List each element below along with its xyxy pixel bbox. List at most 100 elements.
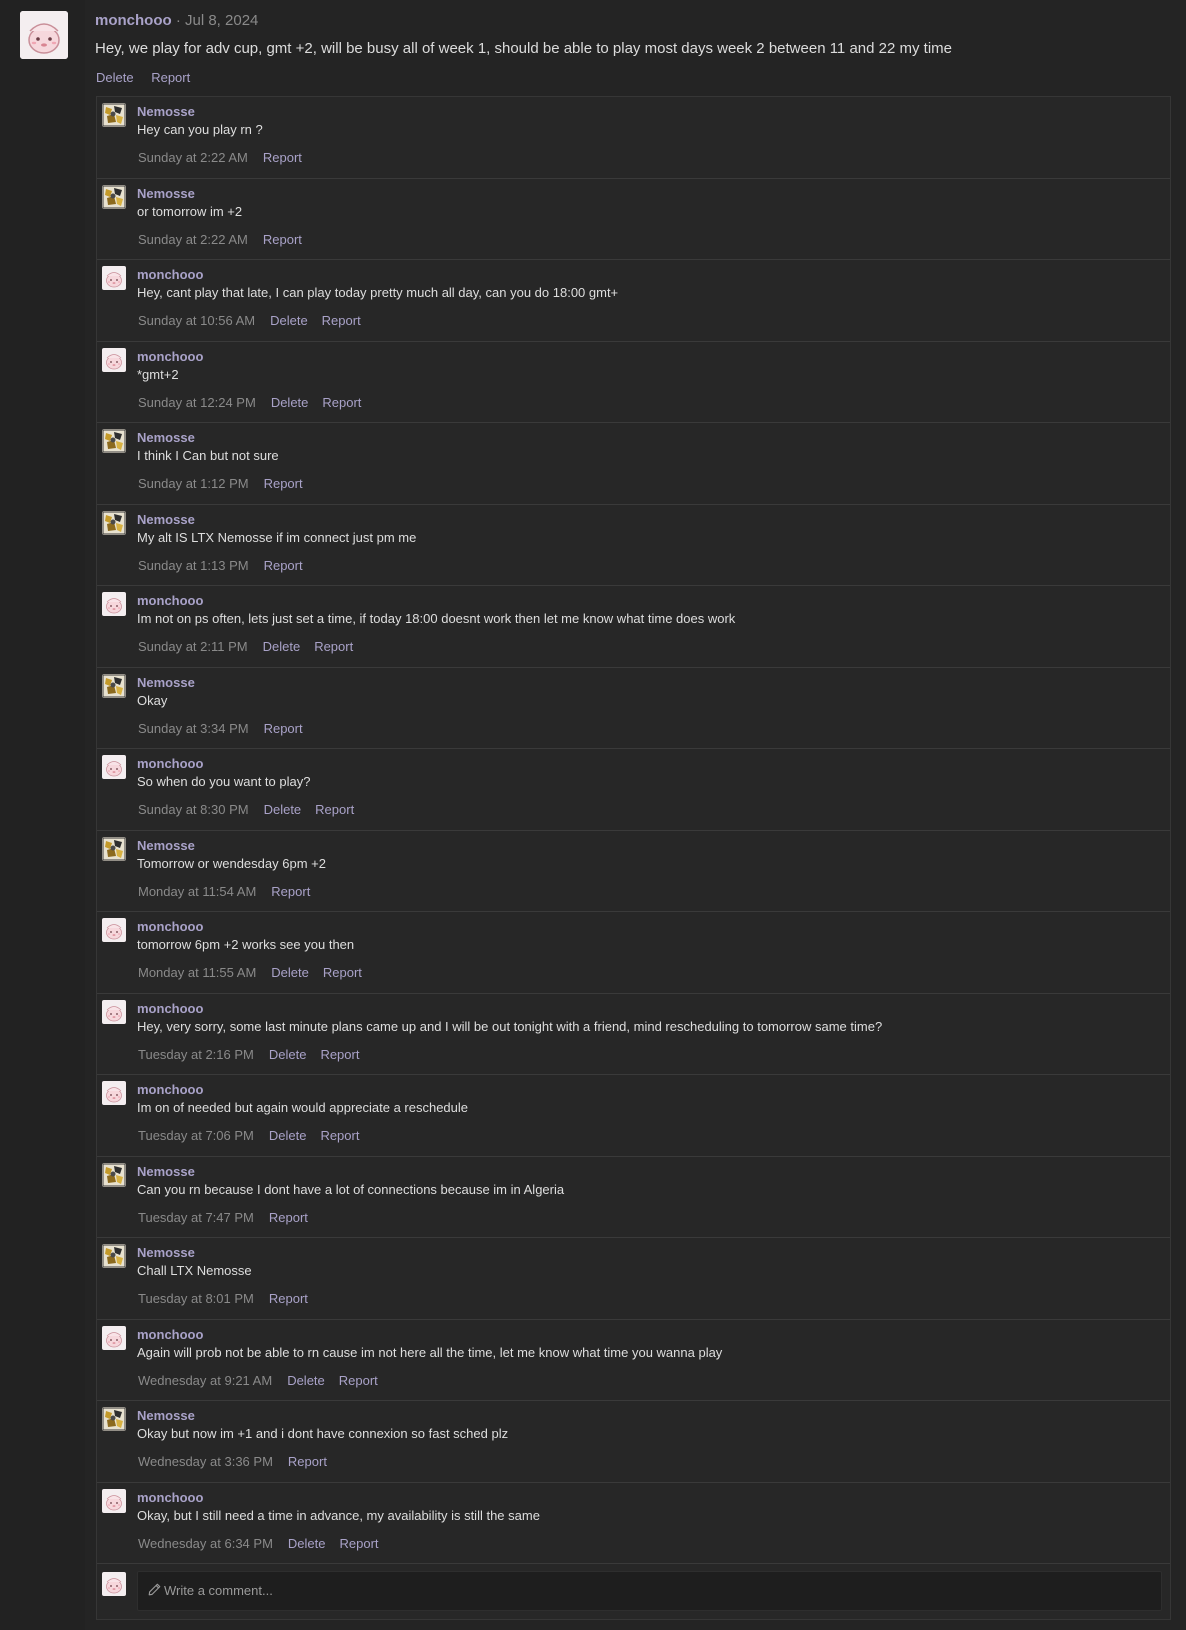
comment-time[interactable]: Wednesday at 6:34 PM bbox=[138, 1536, 273, 1551]
comment-time[interactable]: Wednesday at 9:21 AM bbox=[138, 1373, 272, 1388]
comment-delete-link[interactable]: Delete bbox=[287, 1373, 325, 1388]
comment-report-link[interactable]: Report bbox=[322, 313, 361, 328]
comment-report-link[interactable]: Report bbox=[322, 395, 361, 410]
comment-avatar[interactable] bbox=[102, 266, 126, 290]
comment-avatar[interactable] bbox=[102, 511, 126, 535]
comment-report-link[interactable]: Report bbox=[314, 639, 353, 654]
comment-report-link[interactable]: Report bbox=[323, 965, 362, 980]
comment-author[interactable]: monchooo bbox=[137, 919, 203, 935]
comment-delete-link[interactable]: Delete bbox=[269, 1047, 307, 1062]
comment-author[interactable]: Nemosse bbox=[137, 186, 195, 202]
comment-time[interactable]: Monday at 11:55 AM bbox=[138, 965, 256, 980]
comment-avatar[interactable] bbox=[102, 918, 126, 942]
comment-avatar[interactable] bbox=[102, 1081, 126, 1105]
comment-avatar[interactable] bbox=[102, 1163, 126, 1187]
write-comment-input[interactable]: Write a comment... bbox=[137, 1571, 1162, 1611]
comment-author[interactable]: monchooo bbox=[137, 1490, 203, 1506]
comment-report-link[interactable]: Report bbox=[339, 1373, 378, 1388]
comment-delete-link[interactable]: Delete bbox=[271, 395, 309, 410]
comment-text: I think I Can but not sure bbox=[137, 448, 279, 463]
comment-author[interactable]: monchooo bbox=[137, 1327, 203, 1343]
comment-report-link[interactable]: Report bbox=[315, 802, 354, 817]
post-author[interactable]: monchooo bbox=[95, 12, 172, 29]
comment-author[interactable]: Nemosse bbox=[137, 1245, 195, 1261]
comment-time[interactable]: Sunday at 2:11 PM bbox=[138, 639, 248, 654]
comment-item: monchooo Again will prob not be able to r… bbox=[97, 1320, 1170, 1401]
comment-author[interactable]: Nemosse bbox=[137, 838, 195, 854]
comment-item: Nemosse Can you rn because I dont have a … bbox=[97, 1157, 1170, 1238]
comment-author[interactable]: monchooo bbox=[137, 1082, 203, 1098]
comment-author[interactable]: monchooo bbox=[137, 349, 203, 365]
comment-avatar[interactable] bbox=[102, 103, 126, 127]
comment-time[interactable]: Sunday at 12:24 PM bbox=[138, 395, 256, 410]
comment-report-link[interactable]: Report bbox=[320, 1047, 359, 1062]
comment-delete-link[interactable]: Delete bbox=[270, 313, 308, 328]
comment-item: monchooo *gmt+2 Sunday at 12:24 PM Delete Re… bbox=[97, 342, 1170, 423]
comment-author[interactable]: monchooo bbox=[137, 1001, 203, 1017]
comment-author[interactable]: Nemosse bbox=[137, 675, 195, 691]
comment-meta: Sunday at 3:34 PM Report bbox=[138, 721, 317, 737]
comment-text: Im not on ps often, lets just set a time… bbox=[137, 611, 736, 626]
post-report-link[interactable]: Report bbox=[151, 70, 190, 85]
comment-report-link[interactable]: Report bbox=[264, 476, 303, 491]
comment-report-link[interactable]: Report bbox=[339, 1536, 378, 1551]
comment-report-link[interactable]: Report bbox=[263, 232, 302, 247]
post-author-avatar[interactable] bbox=[20, 11, 68, 59]
comment-time[interactable]: Tuesday at 2:16 PM bbox=[138, 1047, 254, 1062]
comment-avatar[interactable] bbox=[102, 837, 126, 861]
comment-time[interactable]: Monday at 11:54 AM bbox=[138, 884, 256, 899]
comment-avatar[interactable] bbox=[102, 1489, 126, 1513]
comment-report-link[interactable]: Report bbox=[264, 558, 303, 573]
comment-text: *gmt+2 bbox=[137, 366, 179, 382]
comment-report-link[interactable]: Report bbox=[271, 884, 310, 899]
comment-author[interactable]: Nemosse bbox=[137, 430, 195, 446]
comment-time[interactable]: Tuesday at 8:01 PM bbox=[138, 1291, 254, 1306]
comment-delete-link[interactable]: Delete bbox=[263, 639, 301, 654]
comment-avatar[interactable] bbox=[102, 1326, 126, 1350]
comment-author[interactable]: monchooo bbox=[137, 756, 203, 772]
comment-time[interactable]: Tuesday at 7:06 PM bbox=[138, 1128, 254, 1143]
comment-author[interactable]: monchooo bbox=[137, 267, 203, 283]
post-date[interactable]: Jul 8, 2024 bbox=[185, 12, 258, 29]
post-delete-link[interactable]: Delete bbox=[96, 70, 134, 85]
comment-time[interactable]: Sunday at 2:22 AM bbox=[138, 150, 248, 165]
comment-report-link[interactable]: Report bbox=[264, 721, 303, 736]
comment-time[interactable]: Sunday at 8:30 PM bbox=[138, 802, 249, 817]
comment-avatar[interactable] bbox=[102, 348, 126, 372]
comment-report-link[interactable]: Report bbox=[320, 1128, 359, 1143]
comment-delete-link[interactable]: Delete bbox=[269, 1128, 307, 1143]
comment-meta: Tuesday at 7:47 PM Report bbox=[138, 1210, 322, 1226]
comment-avatar[interactable] bbox=[102, 1000, 126, 1024]
comment-item: Nemosse Chall LTX Nemosse Tuesday at 8:01 … bbox=[97, 1238, 1170, 1320]
comment-author[interactable]: Nemosse bbox=[137, 104, 195, 120]
comment-delete-link[interactable]: Delete bbox=[264, 802, 302, 817]
comment-report-link[interactable]: Report bbox=[269, 1210, 308, 1225]
comment-time[interactable]: Tuesday at 7:47 PM bbox=[138, 1210, 254, 1225]
comment-avatar[interactable] bbox=[102, 185, 126, 209]
comment-time[interactable]: Sunday at 1:13 PM bbox=[138, 558, 249, 573]
comment-time[interactable]: Wednesday at 3:36 PM bbox=[138, 1454, 273, 1469]
composer-placeholder: Write a comment... bbox=[164, 1583, 273, 1598]
comment-item: monchooo Im not on ps often, lets just se… bbox=[97, 586, 1170, 668]
comment-avatar[interactable] bbox=[102, 1244, 126, 1268]
comment-text: So when do you want to play? bbox=[137, 774, 311, 789]
comment-author[interactable]: Nemosse bbox=[137, 1164, 195, 1180]
comment-time[interactable]: Sunday at 10:56 AM bbox=[138, 313, 255, 328]
comment-report-link[interactable]: Report bbox=[263, 150, 302, 165]
comment-author[interactable]: Nemosse bbox=[137, 1408, 195, 1424]
comment-delete-link[interactable]: Delete bbox=[288, 1536, 326, 1551]
comment-text: or tomorrow im +2 bbox=[137, 203, 243, 219]
comment-report-link[interactable]: Report bbox=[269, 1291, 308, 1306]
comment-time[interactable]: Sunday at 3:34 PM bbox=[138, 721, 249, 736]
comment-time[interactable]: Sunday at 1:12 PM bbox=[138, 476, 249, 491]
comment-delete-link[interactable]: Delete bbox=[271, 965, 309, 980]
comment-avatar[interactable] bbox=[102, 674, 126, 698]
comment-avatar[interactable] bbox=[102, 755, 126, 779]
comment-time[interactable]: Sunday at 2:22 AM bbox=[138, 232, 248, 247]
comment-avatar[interactable] bbox=[102, 592, 126, 616]
comment-author[interactable]: monchooo bbox=[137, 593, 203, 609]
comment-avatar[interactable] bbox=[102, 429, 126, 453]
comment-author[interactable]: Nemosse bbox=[137, 512, 195, 528]
comment-avatar[interactable] bbox=[102, 1407, 126, 1431]
comment-report-link[interactable]: Report bbox=[288, 1454, 327, 1469]
